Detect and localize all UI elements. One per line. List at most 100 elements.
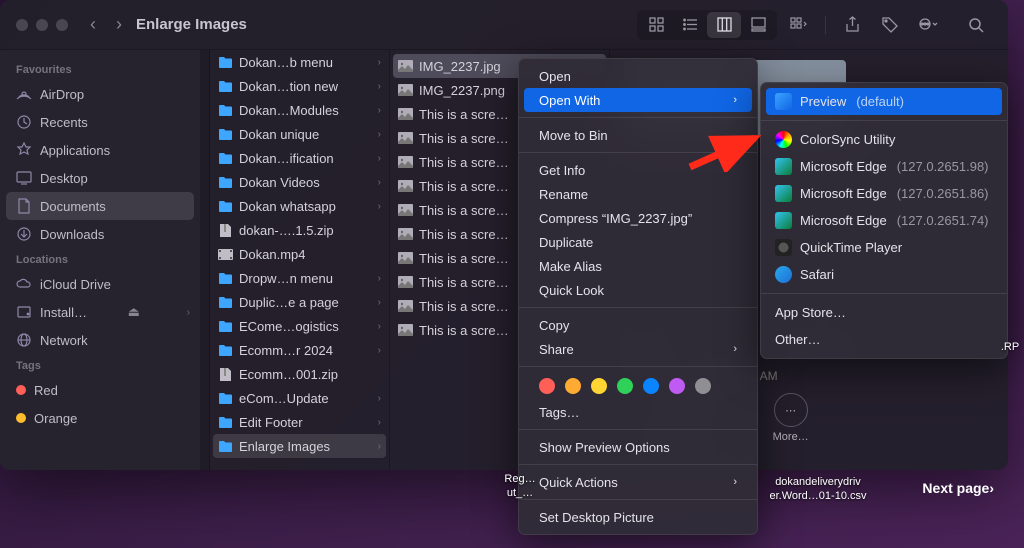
folder-icon bbox=[218, 391, 233, 406]
app-colorsync[interactable]: ColorSync Utility bbox=[761, 126, 1007, 153]
folder-icon bbox=[218, 415, 233, 430]
tag-button[interactable] bbox=[874, 12, 906, 38]
share-button[interactable] bbox=[836, 12, 868, 38]
action-button[interactable] bbox=[912, 12, 944, 38]
folder-row[interactable]: Dokan Videos› bbox=[210, 170, 389, 194]
image-icon bbox=[398, 323, 413, 338]
folder-row[interactable]: Enlarge Images› bbox=[213, 434, 386, 458]
tag-color[interactable] bbox=[591, 378, 607, 394]
folder-row[interactable]: Dokan…tion new› bbox=[210, 74, 389, 98]
folder-icon bbox=[218, 127, 233, 142]
tag-color[interactable] bbox=[695, 378, 711, 394]
folder-row[interactable]: Dokan…b menu› bbox=[210, 50, 389, 74]
desktop-file-2[interactable]: dokandeliverydriv er.Word…01-10.csv bbox=[758, 475, 878, 504]
image-icon bbox=[398, 155, 413, 170]
menu-share[interactable]: Share› bbox=[519, 337, 757, 361]
folder-row[interactable]: ECome…ogistics› bbox=[210, 314, 389, 338]
view-icons[interactable] bbox=[639, 12, 673, 38]
sidebar-item-orange[interactable]: Orange bbox=[0, 404, 200, 432]
folder-icon bbox=[218, 199, 233, 214]
disk-icon bbox=[16, 304, 32, 320]
menu-quick-look[interactable]: Quick Look bbox=[519, 278, 757, 302]
folder-row[interactable]: Dokan…ification› bbox=[210, 146, 389, 170]
menu-duplicate[interactable]: Duplicate bbox=[519, 230, 757, 254]
folder-row[interactable]: Dropw…n menu› bbox=[210, 266, 389, 290]
column-0 bbox=[200, 50, 210, 470]
sidebar-item-iclouddrive[interactable]: iCloud Drive bbox=[0, 270, 200, 298]
app-edge-2[interactable]: Microsoft Edge (127.0.2651.86) bbox=[761, 180, 1007, 207]
menu-copy[interactable]: Copy bbox=[519, 313, 757, 337]
sidebar-item-desktop[interactable]: Desktop bbox=[0, 164, 200, 192]
tag-color[interactable] bbox=[669, 378, 685, 394]
menu-set-desktop-picture[interactable]: Set Desktop Picture bbox=[519, 505, 757, 529]
folder-icon bbox=[218, 295, 233, 310]
menu-tags[interactable]: Tags… bbox=[519, 400, 757, 424]
folder-row[interactable]: dokan-….1.5.zip bbox=[210, 218, 389, 242]
menu-show-preview-options[interactable]: Show Preview Options bbox=[519, 435, 757, 459]
desktop-icon bbox=[16, 170, 32, 186]
folder-row[interactable]: Dokan…Modules› bbox=[210, 98, 389, 122]
app-safari[interactable]: Safari bbox=[761, 261, 1007, 288]
sidebar-item-documents[interactable]: Documents bbox=[6, 192, 194, 220]
image-icon bbox=[398, 299, 413, 314]
sidebar-header: Favourites bbox=[0, 58, 200, 80]
desktop-file-1[interactable]: Reg… ut_… bbox=[485, 472, 555, 501]
sidebar-item-applications[interactable]: Applications bbox=[0, 136, 200, 164]
menu-open[interactable]: Open bbox=[519, 64, 757, 88]
folder-row[interactable]: eCom…Update› bbox=[210, 386, 389, 410]
folder-row[interactable]: Duplic…e a page› bbox=[210, 290, 389, 314]
folder-icon bbox=[218, 319, 233, 334]
app-quicktime[interactable]: QuickTime Player bbox=[761, 234, 1007, 261]
doc-icon bbox=[16, 198, 32, 214]
image-icon bbox=[398, 251, 413, 266]
download-icon bbox=[16, 226, 32, 242]
folder-row[interactable]: Ecomm…r 2024› bbox=[210, 338, 389, 362]
menu-make-alias[interactable]: Make Alias bbox=[519, 254, 757, 278]
menu-open-with[interactable]: Open With› bbox=[524, 88, 752, 112]
menu-tag-colors[interactable] bbox=[519, 372, 757, 400]
zip-icon bbox=[218, 367, 233, 382]
menu-rename[interactable]: Rename bbox=[519, 182, 757, 206]
next-page-link[interactable]: Next page› bbox=[922, 480, 994, 496]
tag-color[interactable] bbox=[617, 378, 633, 394]
folder-row[interactable]: Dokan whatsapp› bbox=[210, 194, 389, 218]
clock-icon bbox=[16, 114, 32, 130]
context-menu: Open Open With› Move to Bin Get Info Ren… bbox=[518, 58, 758, 535]
app-preview[interactable]: Preview (default) bbox=[766, 88, 1002, 115]
tag-color[interactable] bbox=[643, 378, 659, 394]
folder-icon bbox=[218, 439, 233, 454]
menu-get-info[interactable]: Get Info bbox=[519, 158, 757, 182]
traffic-lights[interactable] bbox=[16, 19, 68, 31]
tag-color[interactable] bbox=[565, 378, 581, 394]
sidebar-item-airdrop[interactable]: AirDrop bbox=[0, 80, 200, 108]
sidebar-item-red[interactable]: Red bbox=[0, 376, 200, 404]
back-button[interactable]: ‹ bbox=[90, 14, 96, 35]
image-icon bbox=[398, 59, 413, 74]
folder-row[interactable]: Dokan unique› bbox=[210, 122, 389, 146]
sidebar-item-recents[interactable]: Recents bbox=[0, 108, 200, 136]
sidebar-item-network[interactable]: Network bbox=[0, 326, 200, 354]
folder-icon bbox=[218, 175, 233, 190]
tag-color[interactable] bbox=[539, 378, 555, 394]
app-edge-3[interactable]: Microsoft Edge (127.0.2651.74) bbox=[761, 207, 1007, 234]
sidebar-item-downloads[interactable]: Downloads bbox=[0, 220, 200, 248]
menu-move-to-bin[interactable]: Move to Bin bbox=[519, 123, 757, 147]
view-gallery[interactable] bbox=[741, 12, 775, 38]
search-button[interactable] bbox=[960, 12, 992, 38]
sidebar-item-install[interactable]: Install…⏏› bbox=[0, 298, 200, 326]
group-by-button[interactable] bbox=[783, 12, 815, 38]
view-columns[interactable] bbox=[707, 12, 741, 38]
view-list[interactable] bbox=[673, 12, 707, 38]
app-other[interactable]: Other… bbox=[761, 326, 1007, 353]
folder-row[interactable]: Ecomm…001.zip bbox=[210, 362, 389, 386]
folder-row[interactable]: Edit Footer› bbox=[210, 410, 389, 434]
app-store[interactable]: App Store… bbox=[761, 299, 1007, 326]
more-button[interactable]: ⋯More… bbox=[773, 393, 809, 443]
forward-button[interactable]: › bbox=[116, 14, 122, 35]
app-edge-1[interactable]: Microsoft Edge (127.0.2651.98) bbox=[761, 153, 1007, 180]
folder-row[interactable]: Dokan.mp4 bbox=[210, 242, 389, 266]
image-icon bbox=[398, 203, 413, 218]
sidebar-header: Tags bbox=[0, 354, 200, 376]
menu-compress[interactable]: Compress “IMG_2237.jpg” bbox=[519, 206, 757, 230]
movie-icon bbox=[218, 247, 233, 262]
